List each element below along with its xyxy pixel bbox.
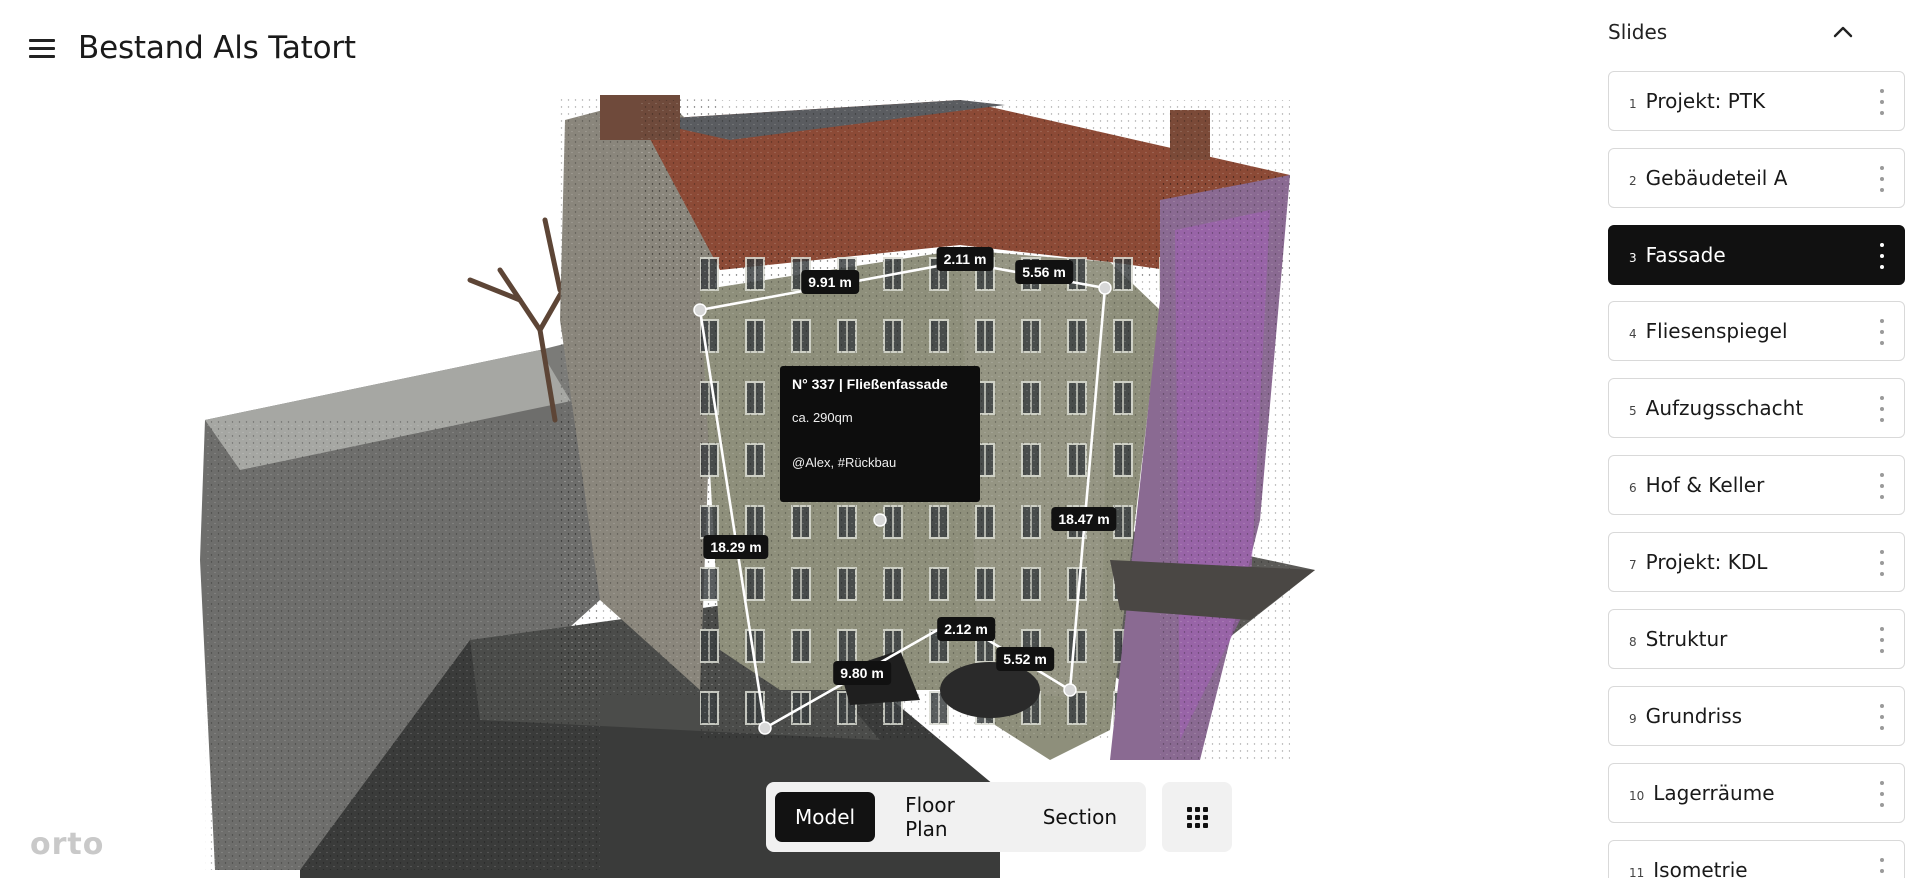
slide-item-6[interactable]: 6 Hof & Keller: [1608, 455, 1905, 515]
annotation-tooltip[interactable]: N° 337 | Fließenfassade ca. 290qm @Alex,…: [780, 366, 980, 502]
slide-label: Projekt: PTK: [1645, 89, 1766, 113]
tab-model[interactable]: Model: [775, 792, 876, 842]
annotation-title: N° 337 | Fließenfassade: [792, 376, 948, 392]
slide-item-1[interactable]: 1 Projekt: PTK: [1608, 71, 1905, 131]
more-options-icon[interactable]: [1880, 704, 1886, 730]
slide-number: 7: [1629, 558, 1637, 572]
slide-item-8[interactable]: 8 Struktur: [1608, 609, 1905, 669]
more-options-icon[interactable]: [1880, 781, 1886, 807]
slide-label: Aufzugsschacht: [1645, 396, 1804, 420]
slide-number: 8: [1629, 635, 1637, 649]
tab-floor-plan[interactable]: Floor Plan: [885, 792, 1013, 842]
slide-item-4[interactable]: 4 Fliesenspiegel: [1608, 301, 1905, 361]
more-options-icon[interactable]: [1880, 396, 1886, 422]
slide-label: Lagerräume: [1653, 781, 1775, 805]
slide-number: 5: [1629, 404, 1637, 418]
slide-label: Struktur: [1645, 627, 1728, 651]
page-title: Bestand Als Tatort: [78, 30, 356, 66]
more-options-icon[interactable]: [1880, 166, 1886, 192]
slide-item-3[interactable]: 3 Fassade: [1608, 225, 1905, 285]
slide-item-5[interactable]: 5 Aufzugsschacht: [1608, 378, 1905, 438]
grid-dots-icon: [1186, 806, 1208, 828]
slides-title: Slides: [1608, 20, 1668, 44]
more-options-icon[interactable]: [1880, 550, 1886, 576]
slide-label: Fassade: [1645, 243, 1726, 267]
slide-label: Projekt: KDL: [1645, 550, 1768, 574]
measurement-label[interactable]: 5.52 m: [996, 647, 1054, 671]
hamburger-menu-icon[interactable]: [26, 34, 60, 64]
measurement-label[interactable]: 9.91 m: [801, 270, 859, 294]
more-options-icon[interactable]: [1880, 858, 1886, 878]
slide-label: Isometrie: [1653, 858, 1748, 878]
3d-viewport[interactable]: 9.91 m 2.11 m 5.56 m 18.29 m 18.47 m 2.1…: [0, 70, 1590, 878]
slide-number: 11: [1629, 866, 1645, 878]
tab-section[interactable]: Section: [1023, 792, 1137, 842]
slide-number: 6: [1629, 481, 1637, 495]
slide-item-7[interactable]: 7 Projekt: KDL: [1608, 532, 1905, 592]
more-options-icon[interactable]: [1880, 243, 1886, 269]
slide-label: Hof & Keller: [1645, 473, 1765, 497]
slide-label: Gebäudeteil A: [1645, 166, 1788, 190]
slide-number: 9: [1629, 712, 1637, 726]
slides-panel: Slides 1 Projekt: PTK 2 Gebäudeteil A 3 …: [1590, 0, 1920, 878]
slide-item-2[interactable]: 2 Gebäudeteil A: [1608, 148, 1905, 208]
measurement-label[interactable]: 18.29 m: [703, 535, 769, 559]
slide-number: 1: [1629, 97, 1637, 111]
more-options-icon[interactable]: [1880, 89, 1886, 115]
measurement-label[interactable]: 9.80 m: [833, 661, 891, 685]
slide-number: 3: [1629, 251, 1637, 265]
measurement-label[interactable]: 18.47 m: [1051, 507, 1117, 531]
slide-label: Fliesenspiegel: [1645, 319, 1788, 343]
measurement-label[interactable]: 5.56 m: [1015, 260, 1073, 284]
slide-item-11[interactable]: 11 Isometrie: [1608, 840, 1905, 878]
annotation-area: ca. 290qm: [792, 410, 853, 425]
slide-number: 4: [1629, 327, 1637, 341]
annotation-tags: @Alex, #Rückbau: [792, 455, 897, 470]
more-options-icon[interactable]: [1880, 627, 1886, 653]
chevron-up-icon[interactable]: [1825, 16, 1861, 46]
more-options-icon[interactable]: [1880, 319, 1886, 345]
measurement-label[interactable]: 2.11 m: [936, 247, 994, 271]
slide-number: 10: [1629, 789, 1645, 803]
slide-number: 2: [1629, 174, 1637, 188]
orto-logo: orto: [30, 827, 105, 862]
slide-item-10[interactable]: 10 Lagerräume: [1608, 763, 1905, 823]
slide-label: Grundriss: [1645, 704, 1743, 728]
more-options-icon[interactable]: [1880, 473, 1886, 499]
grid-view-button[interactable]: [1162, 782, 1232, 852]
measurement-label[interactable]: 2.12 m: [937, 617, 995, 641]
slide-item-9[interactable]: 9 Grundriss: [1608, 686, 1905, 746]
view-mode-toolbar: Model Floor Plan Section: [766, 782, 1146, 852]
